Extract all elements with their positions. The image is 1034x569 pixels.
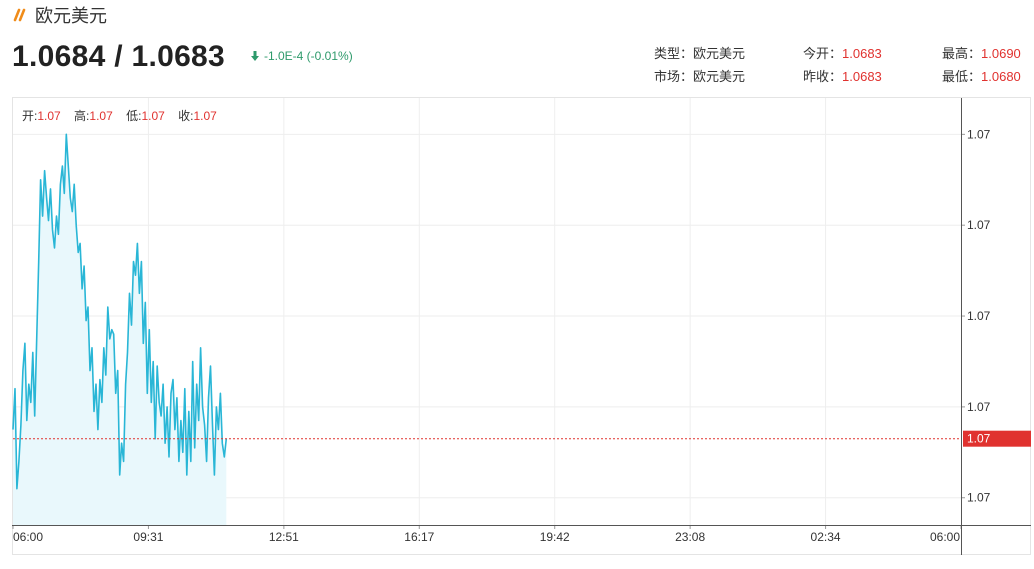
x-tick-label: 02:34 xyxy=(811,530,841,544)
ohlc-close-label: 收: xyxy=(178,109,194,123)
y-tick-label: 1.07 xyxy=(967,127,991,141)
x-tick-label: 16:17 xyxy=(404,530,434,544)
y-tick-label: 1.07 xyxy=(967,491,991,505)
ohlc-open-label: 开: xyxy=(22,109,38,123)
ohlc-high-label: 高: xyxy=(74,109,90,123)
ohlc-readout: 开:1.07 高:1.07 低:1.07 收:1.07 xyxy=(22,107,227,124)
ohlc-close-value: 1.07 xyxy=(193,109,217,123)
x-tick-label: 09:31 xyxy=(133,530,163,544)
y-tick-label: 1.07 xyxy=(967,309,991,323)
y-tick-label: 1.07 xyxy=(967,218,991,232)
ohlc-low-label: 低: xyxy=(126,109,142,123)
y-tick-label: 1.07 xyxy=(967,400,991,414)
ohlc-open-value: 1.07 xyxy=(37,109,61,123)
ohlc-low-value: 1.07 xyxy=(141,109,165,123)
current-price-label: 1.07 xyxy=(967,432,991,446)
x-tick-label: 12:51 xyxy=(269,530,299,544)
ohlc-high-value: 1.07 xyxy=(89,109,113,123)
x-tick-label: 23:08 xyxy=(675,530,705,544)
x-tick-label: 19:42 xyxy=(540,530,570,544)
x-tick-label: 06:00 xyxy=(13,530,43,544)
price-chart[interactable]: 06:00 09:31 12:51 16:17 19:42 23:08 02:34 06:00… xyxy=(0,0,1034,569)
x-tick-label: 06:00 xyxy=(930,530,960,544)
